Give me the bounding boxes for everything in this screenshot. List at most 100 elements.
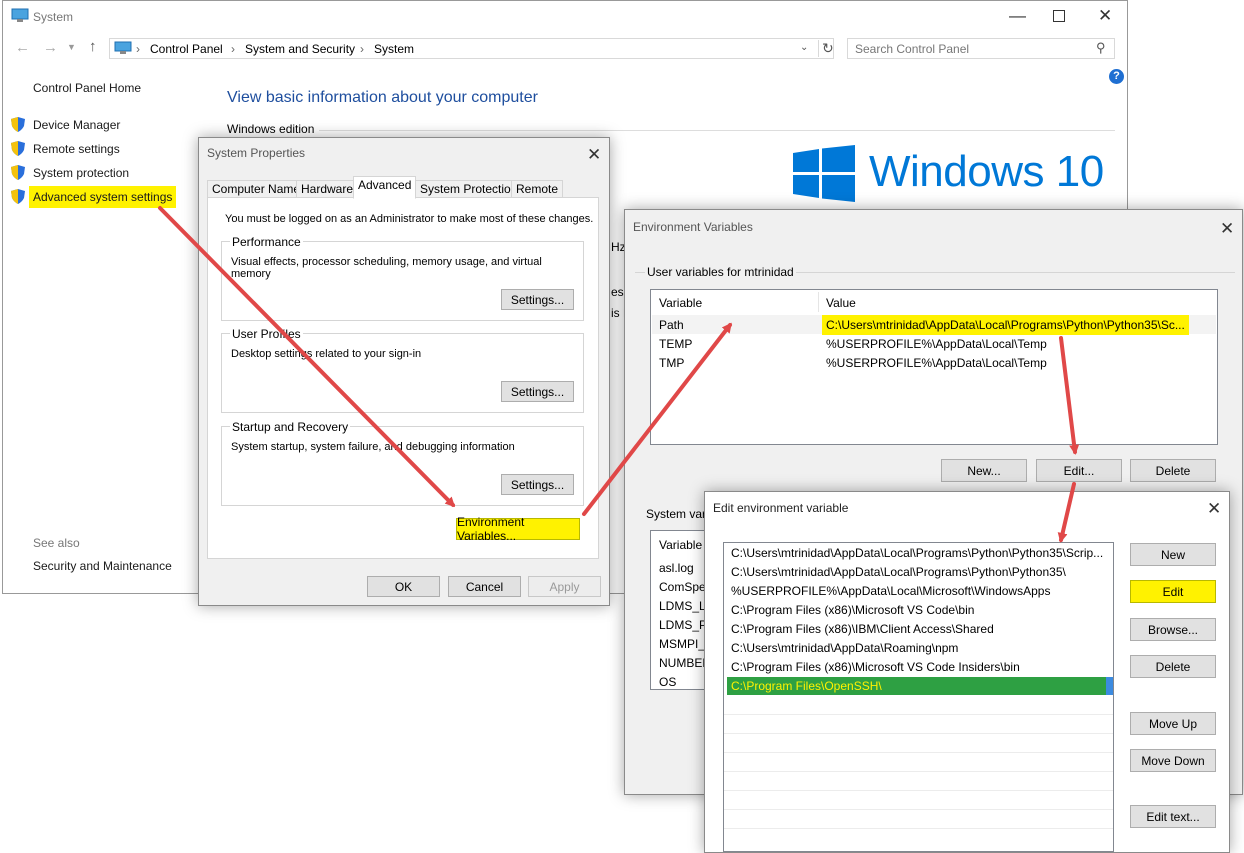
table-row[interactable]: TEMP %USERPROFILE%\AppData\Local\Temp bbox=[652, 334, 1216, 353]
edit-button[interactable]: Edit bbox=[1130, 580, 1216, 603]
up-button[interactable]: ↑ bbox=[89, 38, 97, 55]
startup-settings-button[interactable]: Settings... bbox=[501, 474, 574, 495]
tab-system-protection[interactable]: System Protection bbox=[415, 180, 523, 198]
selected-list-item[interactable]: C:\Program Files\OpenSSH\ bbox=[727, 677, 1113, 695]
close-button[interactable]: ✕ bbox=[1220, 220, 1234, 237]
user-variables-list[interactable]: Variable Value Path C:\Users\mtrinidad\A… bbox=[650, 289, 1218, 445]
security-maintenance-link[interactable]: Security and Maintenance bbox=[33, 559, 172, 573]
tab-remote[interactable]: Remote bbox=[511, 180, 564, 198]
system-variables-label: System vari bbox=[646, 507, 709, 521]
address-bar[interactable]: › Control Panel › System and Security › … bbox=[109, 38, 834, 59]
edit-text-button[interactable]: Edit text... bbox=[1130, 805, 1216, 828]
sidebar-item-remote-settings[interactable]: Remote settings bbox=[33, 142, 120, 156]
list-divider bbox=[724, 828, 1113, 829]
shield-icon bbox=[11, 141, 25, 156]
divider bbox=[319, 130, 1115, 131]
table-row[interactable]: OS bbox=[659, 675, 676, 689]
cancel-button[interactable]: Cancel bbox=[448, 576, 521, 597]
breadcrumb-system-security[interactable]: System and Security bbox=[245, 42, 355, 56]
user-delete-button[interactable]: Delete bbox=[1130, 459, 1216, 482]
edit-caret bbox=[1106, 677, 1113, 695]
list-divider bbox=[724, 714, 1113, 715]
breadcrumb-sep: › bbox=[360, 42, 364, 56]
list-item[interactable]: C:\Users\mtrinidad\AppData\Roaming\npm bbox=[731, 641, 958, 655]
tab-advanced[interactable]: Advanced bbox=[353, 176, 417, 199]
control-panel-home-link[interactable]: Control Panel Home bbox=[33, 81, 141, 95]
shield-icon bbox=[11, 117, 25, 132]
table-row[interactable]: asl.log bbox=[659, 561, 694, 575]
performance-settings-button[interactable]: Settings... bbox=[501, 289, 574, 310]
chevron-down-icon[interactable]: ⌄ bbox=[800, 42, 808, 53]
system-icon bbox=[11, 8, 29, 22]
dialog-title: System Properties bbox=[207, 146, 306, 160]
recent-dropdown[interactable]: ▼ bbox=[67, 42, 76, 52]
help-icon[interactable]: ? bbox=[1109, 69, 1124, 84]
column-header-variable[interactable]: Variable bbox=[659, 538, 702, 552]
dialog-title: Environment Variables bbox=[633, 220, 753, 234]
table-row[interactable]: ComSpe bbox=[659, 580, 706, 594]
list-item[interactable]: %USERPROFILE%\AppData\Local\Microsoft\Wi… bbox=[731, 584, 1050, 598]
user-profiles-label: User Profiles bbox=[230, 327, 303, 341]
table-row[interactable]: TMP %USERPROFILE%\AppData\Local\Temp bbox=[652, 353, 1216, 372]
tab-panel: You must be logged on as an Administrato… bbox=[207, 197, 599, 559]
search-input[interactable]: Search Control Panel ⚲ bbox=[847, 38, 1115, 59]
breadcrumb-sep: › bbox=[231, 42, 235, 56]
delete-button[interactable]: Delete bbox=[1130, 655, 1216, 678]
maximize-button[interactable] bbox=[1053, 10, 1065, 22]
variable-name: Path bbox=[659, 318, 684, 332]
breadcrumb-control-panel[interactable]: Control Panel bbox=[150, 42, 223, 56]
see-also-label: See also bbox=[33, 536, 80, 550]
column-divider bbox=[818, 292, 819, 312]
list-divider bbox=[724, 809, 1113, 810]
list-item[interactable]: C:\Users\mtrinidad\AppData\Local\Program… bbox=[731, 546, 1103, 560]
sidebar-item-system-protection[interactable]: System protection bbox=[33, 166, 129, 180]
sidebar-item-advanced-system-settings[interactable]: Advanced system settings bbox=[29, 186, 177, 208]
user-profiles-desc: Desktop settings related to your sign-in bbox=[231, 348, 422, 360]
environment-variables-button[interactable]: Environment Variables... bbox=[456, 515, 580, 543]
breadcrumb-sep: › bbox=[136, 42, 140, 56]
column-header-variable[interactable]: Variable bbox=[659, 296, 702, 310]
user-variables-label: User variables for mtrinidad bbox=[645, 265, 796, 279]
refresh-icon[interactable]: ↻ bbox=[818, 40, 834, 57]
minimize-button[interactable]: — bbox=[1009, 7, 1026, 24]
back-button[interactable]: ← bbox=[15, 39, 30, 56]
close-button[interactable]: ✕ bbox=[1098, 7, 1112, 24]
window-title: System bbox=[33, 10, 74, 24]
column-header-value[interactable]: Value bbox=[826, 296, 856, 310]
path-entries-list[interactable]: C:\Users\mtrinidad\AppData\Local\Program… bbox=[723, 542, 1114, 852]
list-item[interactable]: C:\Program Files (x86)\Microsoft VS Code… bbox=[731, 603, 974, 617]
close-button[interactable]: ✕ bbox=[587, 146, 601, 163]
table-row[interactable]: MSMPI_I bbox=[659, 637, 708, 651]
breadcrumb-system[interactable]: System bbox=[374, 42, 414, 56]
list-item[interactable]: C:\Users\mtrinidad\AppData\Local\Program… bbox=[731, 565, 1066, 579]
close-button[interactable]: ✕ bbox=[1207, 500, 1221, 517]
user-new-button[interactable]: New... bbox=[941, 459, 1027, 482]
search-placeholder: Search Control Panel bbox=[855, 42, 970, 56]
list-divider bbox=[724, 790, 1113, 791]
shield-icon bbox=[11, 165, 25, 180]
table-row[interactable]: Path C:\Users\mtrinidad\AppData\Local\Pr… bbox=[652, 315, 1216, 335]
user-profiles-settings-button[interactable]: Settings... bbox=[501, 381, 574, 402]
variable-value: %USERPROFILE%\AppData\Local\Temp bbox=[826, 337, 1047, 351]
apply-button[interactable]: Apply bbox=[528, 576, 601, 597]
sidebar-item-device-manager[interactable]: Device Manager bbox=[33, 118, 120, 132]
startup-recovery-desc: System startup, system failure, and debu… bbox=[231, 441, 515, 453]
move-up-button[interactable]: Move Up bbox=[1130, 712, 1216, 735]
move-down-button[interactable]: Move Down bbox=[1130, 749, 1216, 772]
browse-button[interactable]: Browse... bbox=[1130, 618, 1216, 641]
tab-hardware[interactable]: Hardware bbox=[296, 180, 359, 198]
windows-logo-icon bbox=[793, 145, 855, 202]
selected-item-text: C:\Program Files\OpenSSH\ bbox=[731, 679, 882, 693]
performance-desc: Visual effects, processor scheduling, me… bbox=[231, 256, 542, 280]
list-divider bbox=[724, 752, 1113, 753]
list-item[interactable]: C:\Program Files (x86)\Microsoft VS Code… bbox=[731, 660, 1020, 674]
ok-button[interactable]: OK bbox=[367, 576, 440, 597]
table-row[interactable]: LDMS_PI bbox=[659, 618, 710, 632]
tab-computer-name[interactable]: Computer Name bbox=[207, 180, 306, 198]
list-item[interactable]: C:\Program Files (x86)\IBM\Client Access… bbox=[731, 622, 994, 636]
user-profiles-group: User Profiles Desktop settings related t… bbox=[221, 327, 584, 413]
windows-edition-label: Windows edition bbox=[227, 122, 315, 136]
user-edit-button[interactable]: Edit... bbox=[1036, 459, 1122, 482]
new-button[interactable]: New bbox=[1130, 543, 1216, 566]
forward-button[interactable]: → bbox=[43, 39, 58, 56]
